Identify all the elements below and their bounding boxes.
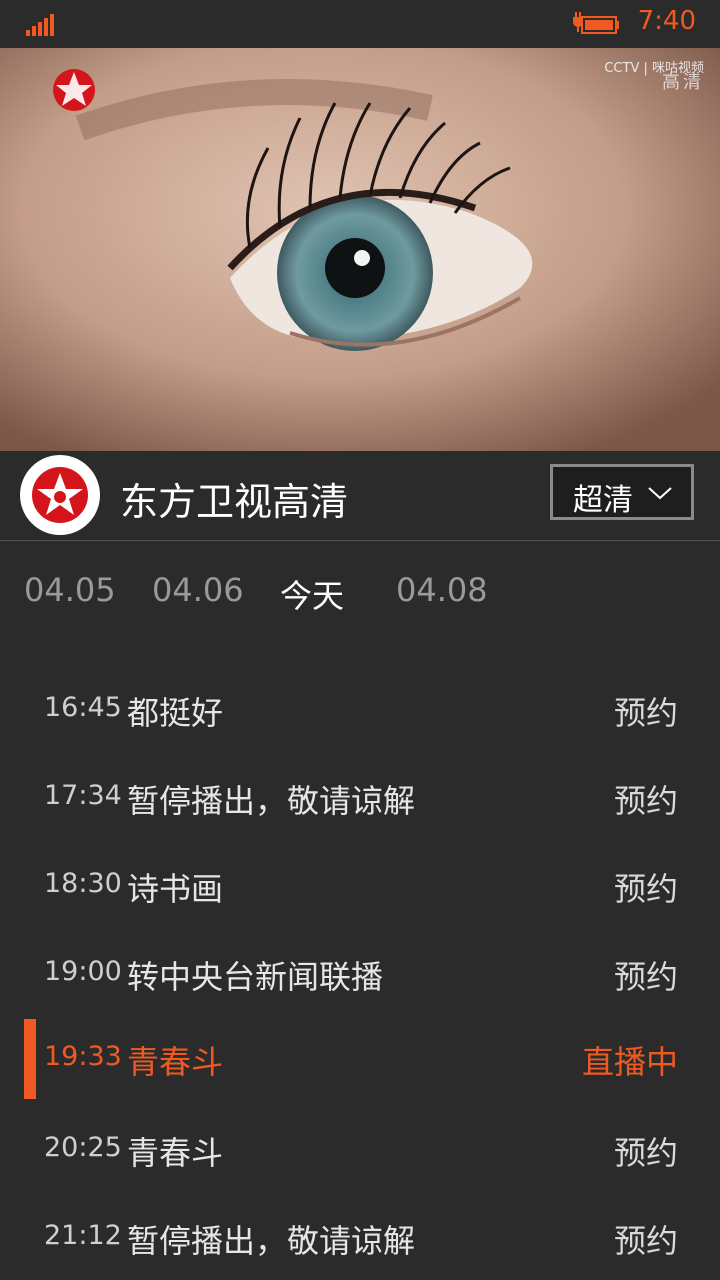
chevron-down-icon: [648, 487, 672, 500]
quality-label: 超清: [573, 483, 633, 518]
program-title: 转中央台新闻联播: [127, 958, 384, 996]
program-row[interactable]: 19:00 转中央台新闻联播 预约: [0, 934, 720, 1014]
program-row[interactable]: 18:30 诗书画 预约: [0, 846, 720, 926]
status-bar: 7:40: [0, 0, 720, 48]
program-time: 21:12: [44, 1220, 122, 1251]
program-title: 青春斗: [127, 1134, 224, 1172]
channel-name: 东方卫视高清: [120, 480, 349, 524]
date-tabs: 04.05 04.06 今天 04.08: [0, 541, 720, 641]
quality-dropdown[interactable]: 超清: [550, 464, 694, 520]
program-time: 19:00: [44, 956, 122, 987]
program-time: 17:34: [44, 780, 122, 811]
program-row[interactable]: 20:25 青春斗 预约: [0, 1110, 720, 1190]
signal-icon: [26, 14, 56, 36]
program-time: 16:45: [44, 692, 122, 723]
program-title: 青春斗: [127, 1043, 224, 1081]
reserve-button[interactable]: 预约: [614, 688, 678, 734]
program-title: 都挺好: [127, 694, 224, 732]
tab-0406[interactable]: 04.06: [152, 571, 244, 609]
program-row-live[interactable]: 19:33 青春斗 直播中: [0, 1019, 720, 1099]
broadcaster-watermark: CCTV | 咪咕视频 高清: [604, 62, 704, 93]
channel-logo: [20, 455, 100, 535]
tab-today[interactable]: 今天: [280, 571, 344, 617]
reserve-button[interactable]: 预约: [614, 1128, 678, 1174]
reserve-button[interactable]: 预约: [614, 864, 678, 910]
tab-0405[interactable]: 04.05: [24, 571, 116, 609]
program-time: 19:33: [44, 1041, 122, 1072]
channel-header: 东方卫视高清 超清: [0, 451, 720, 541]
program-title: 暂停播出，敬请谅解: [127, 782, 416, 820]
reserve-button[interactable]: 预约: [614, 776, 678, 822]
dragon-tv-logo-icon: [32, 467, 88, 523]
live-marker: [24, 1019, 36, 1099]
watermark-hd: 高清: [662, 72, 704, 93]
reserve-button[interactable]: 预约: [614, 952, 678, 998]
video-player[interactable]: CCTV | 咪咕视频 高清: [0, 48, 720, 451]
live-status[interactable]: 直播中: [582, 1037, 678, 1083]
program-title: 诗书画: [127, 870, 224, 908]
program-title: 暂停播出，敬请谅解: [127, 1222, 416, 1260]
video-frame: [0, 48, 720, 451]
dragon-tv-logo: [53, 69, 95, 111]
reserve-button[interactable]: 预约: [614, 1216, 678, 1262]
program-row[interactable]: 17:34 暂停播出，敬请谅解 预约: [0, 758, 720, 838]
program-time: 18:30: [44, 868, 122, 899]
tab-0408[interactable]: 04.08: [396, 571, 488, 609]
program-row[interactable]: 21:12 暂停播出，敬请谅解 预约: [0, 1198, 720, 1278]
program-time: 20:25: [44, 1132, 122, 1163]
status-time: 7:40: [637, 6, 696, 36]
program-row[interactable]: 16:45 都挺好 预约: [0, 670, 720, 750]
battery-charging-icon: [573, 12, 619, 34]
